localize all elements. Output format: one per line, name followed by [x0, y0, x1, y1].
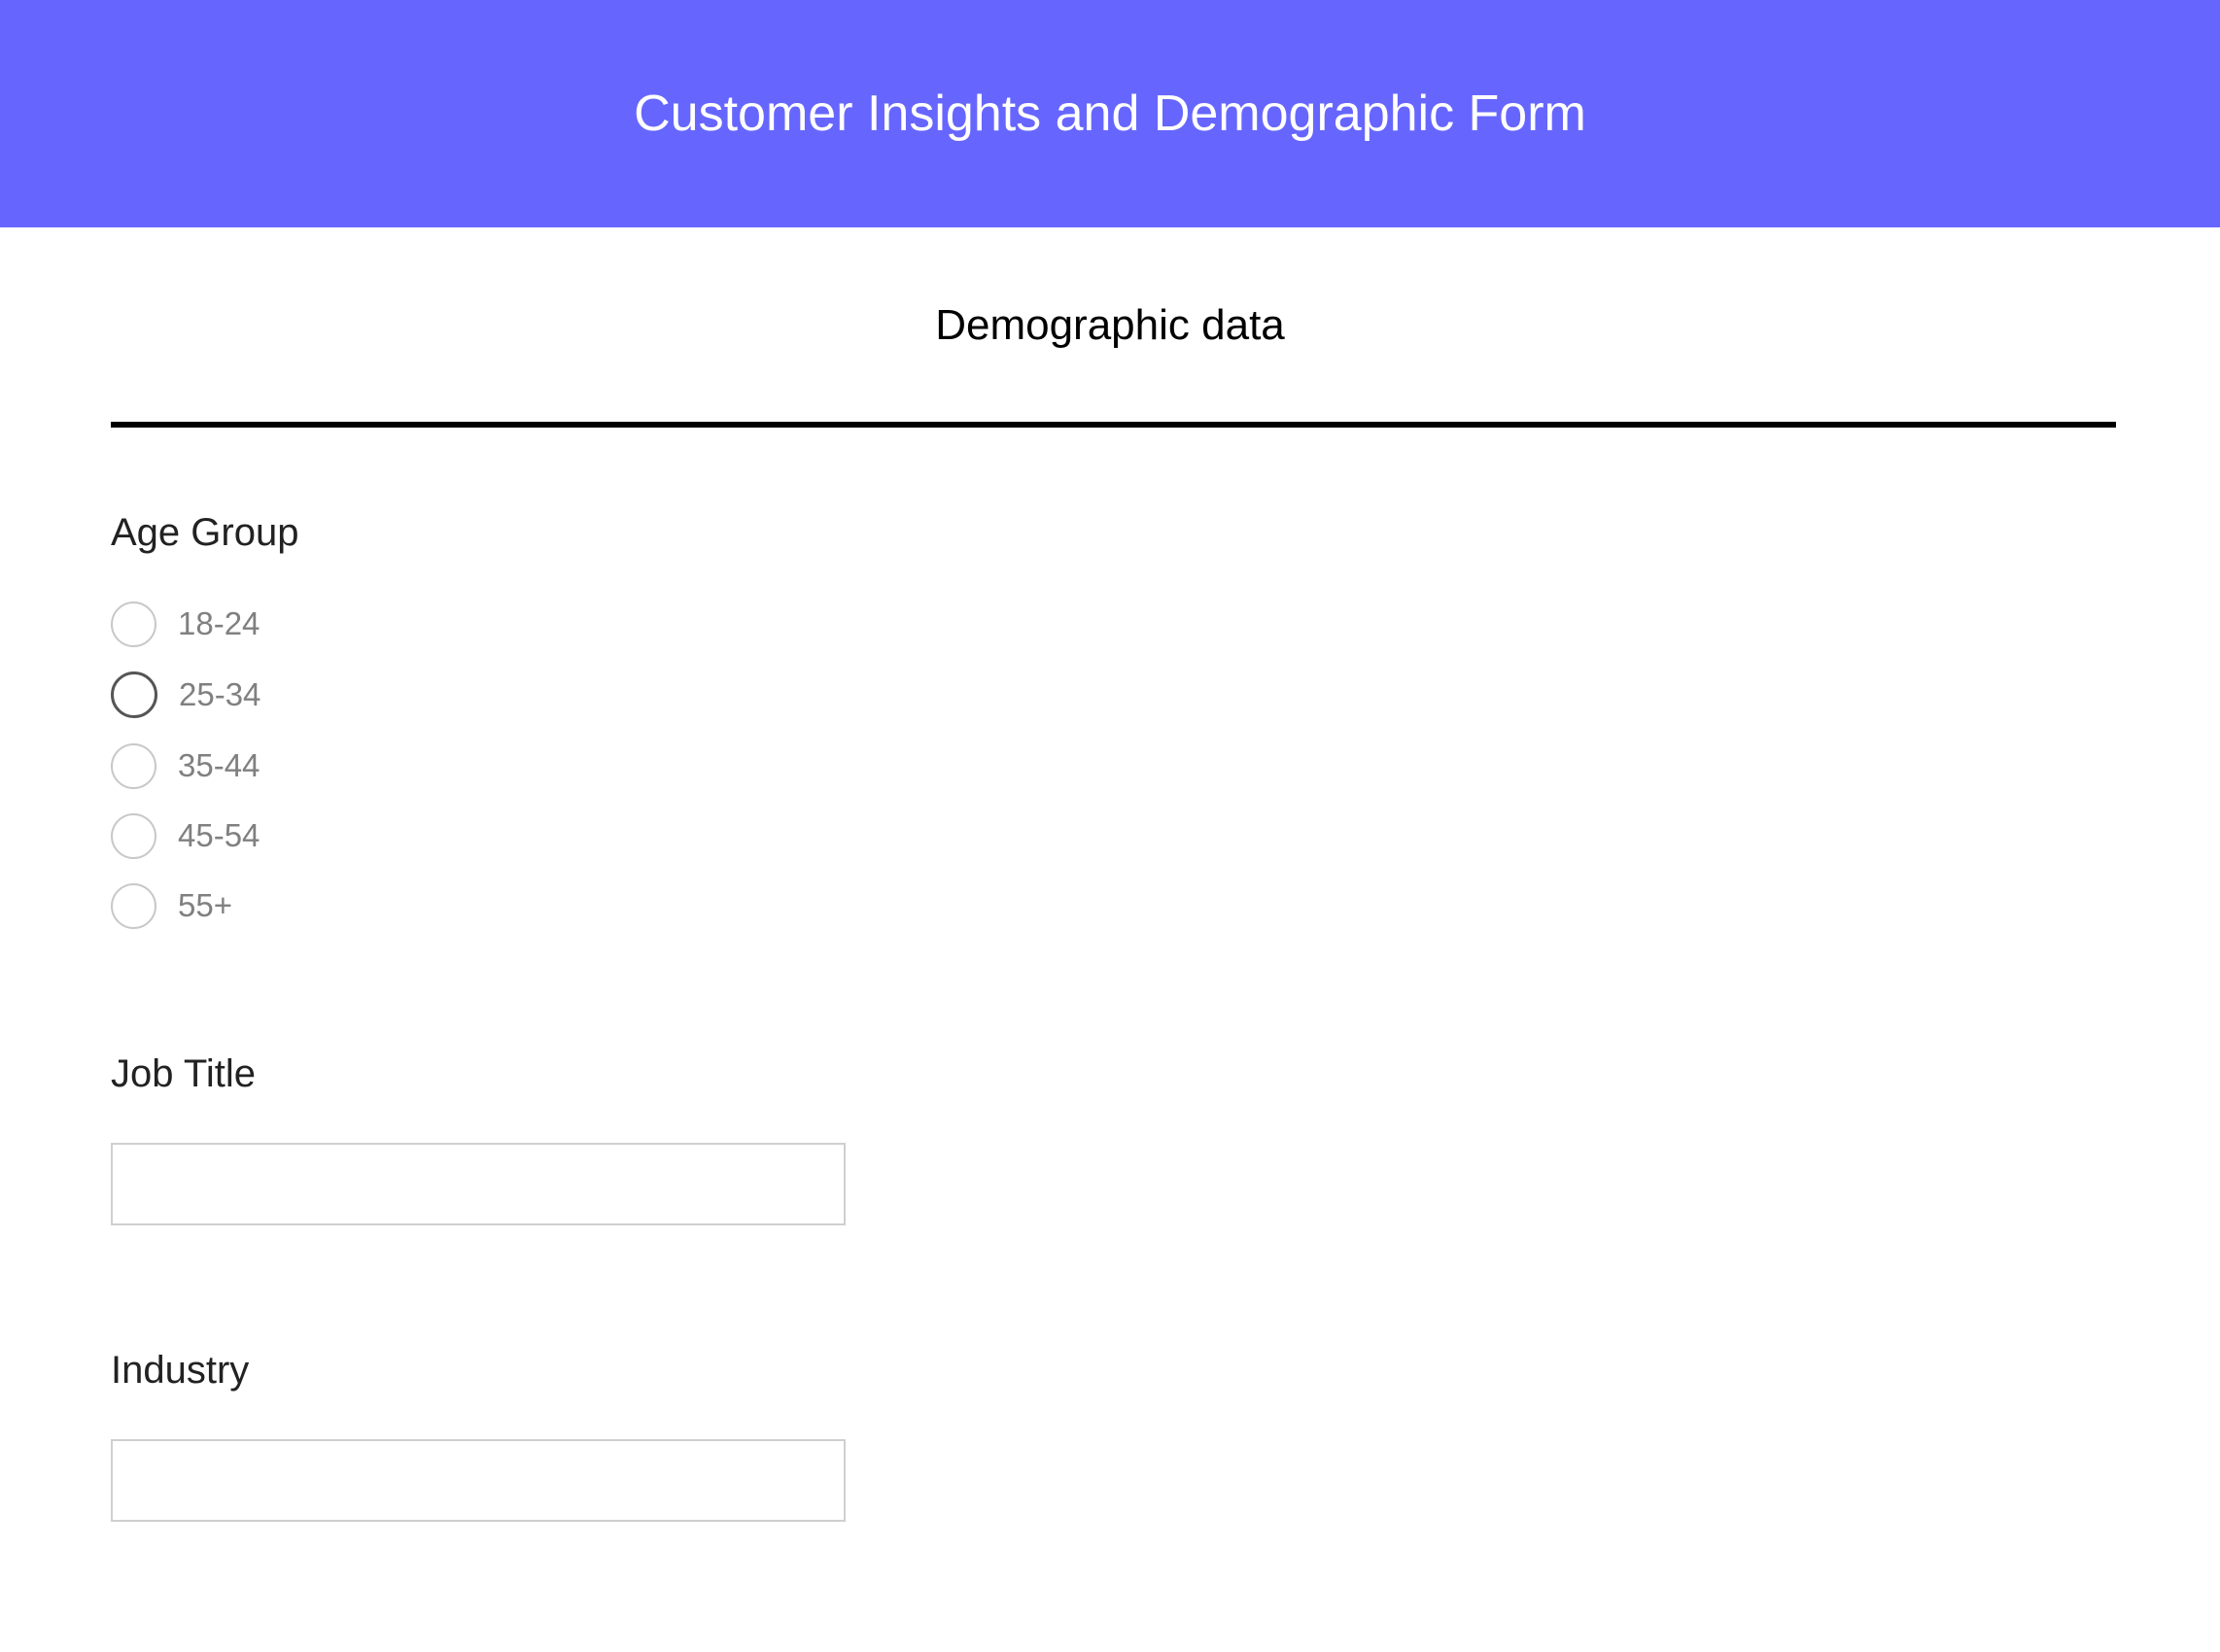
job-title-input[interactable] — [111, 1143, 846, 1225]
radio-circle[interactable] — [111, 743, 156, 789]
radio-age-55-plus[interactable]: 55+ — [111, 881, 232, 930]
radio-age-35-44[interactable]: 35-44 — [111, 741, 260, 790]
job-title-label: Job Title — [111, 1052, 256, 1096]
radio-label: 25-34 — [179, 676, 260, 713]
radio-label: 35-44 — [178, 747, 260, 784]
age-group-label: Age Group — [111, 511, 298, 555]
industry-input[interactable] — [111, 1439, 846, 1522]
radio-circle[interactable] — [111, 602, 156, 647]
radio-label: 45-54 — [178, 817, 260, 854]
section-title: Demographic data — [0, 301, 2220, 350]
radio-circle[interactable] — [111, 813, 156, 859]
section-divider — [111, 422, 2116, 428]
form-title: Customer Insights and Demographic Form — [634, 85, 1586, 143]
radio-circle[interactable] — [111, 883, 156, 929]
radio-age-18-24[interactable]: 18-24 — [111, 600, 260, 648]
radio-circle[interactable] — [111, 671, 157, 718]
radio-age-25-34[interactable]: 25-34 — [111, 671, 260, 719]
form-header: Customer Insights and Demographic Form — [0, 0, 2220, 227]
industry-label: Industry — [111, 1349, 249, 1393]
radio-label: 18-24 — [178, 605, 260, 642]
radio-age-45-54[interactable]: 45-54 — [111, 811, 260, 860]
radio-label: 55+ — [178, 887, 232, 924]
